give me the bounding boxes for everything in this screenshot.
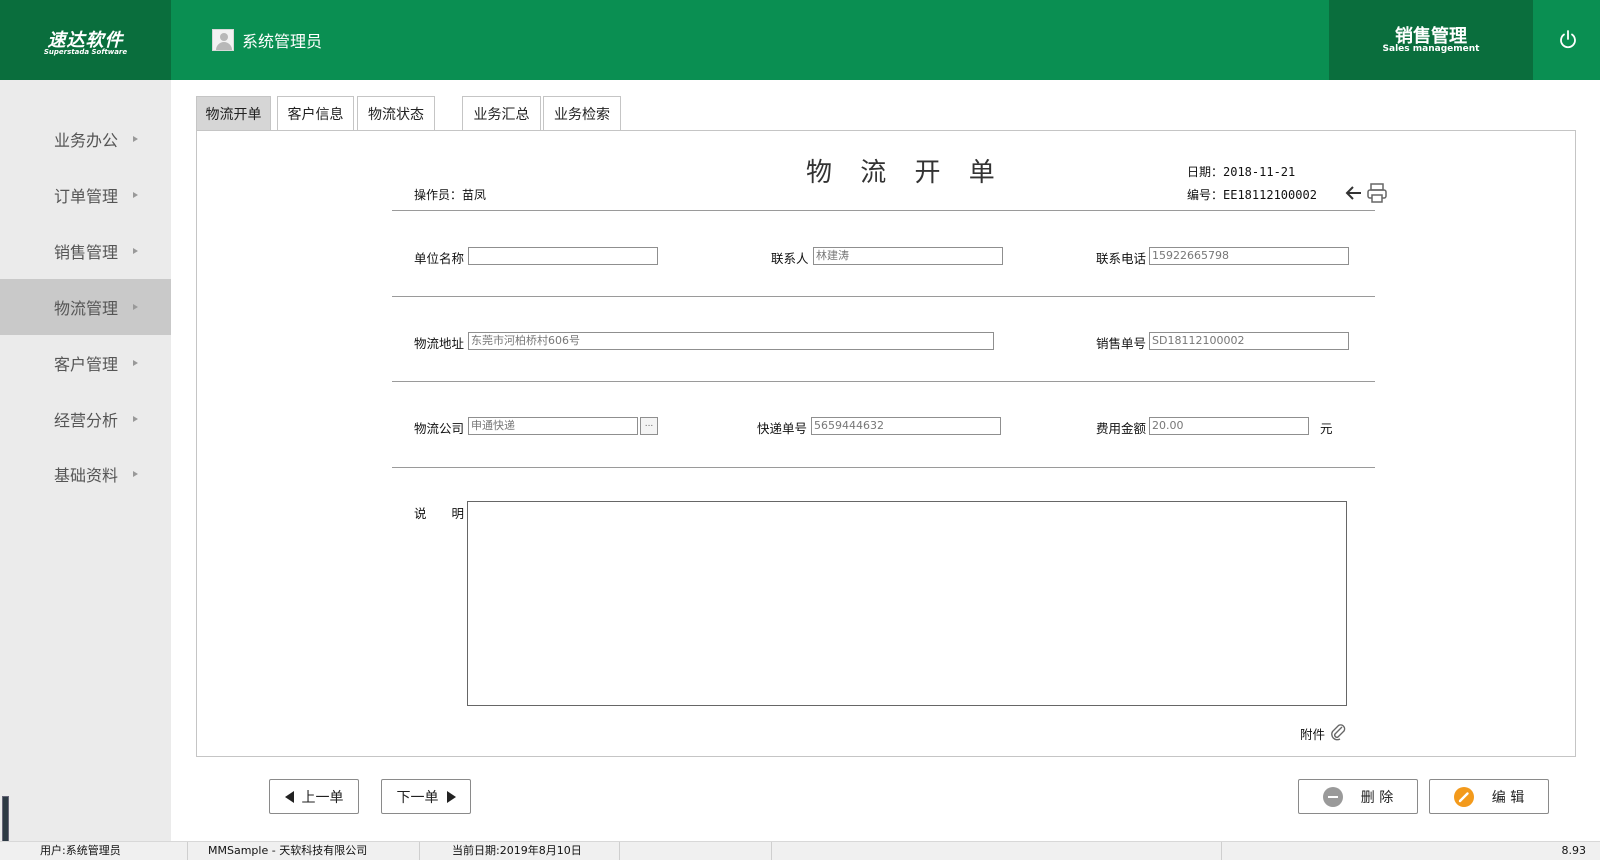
next-order-button[interactable]: 下一单	[381, 779, 471, 814]
tab-business-search[interactable]: 业务检索	[543, 96, 621, 131]
status-bar: 用户:系统管理员 MMSample - 天软科技有限公司 当前日期:2019年8…	[0, 841, 1600, 860]
sales-number-input[interactable]: SD18112100002	[1149, 332, 1349, 350]
sidebar: 业务办公 订单管理 销售管理 物流管理 客户管理 经营分析 基础资料	[0, 80, 171, 841]
order-date: 日期：2018-11-21	[1187, 165, 1296, 179]
sidebar-item-business-analysis[interactable]: 经营分析	[0, 391, 171, 447]
sidebar-item-basic-data[interactable]: 基础资料	[0, 446, 171, 502]
top-header: 速达软件 Superstada Software 系统管理员 销售管理 Sale…	[0, 0, 1600, 80]
tab-logistics-status[interactable]: 物流状态	[357, 96, 435, 131]
description-textarea[interactable]	[467, 501, 1347, 706]
sidebar-item-label: 业务办公	[54, 131, 119, 150]
operator-label: 操作员：苗凤	[414, 188, 487, 202]
unit-name-label: 单位名称	[414, 251, 465, 266]
sidebar-item-label: 物流管理	[54, 299, 119, 318]
divider	[392, 210, 1375, 211]
divider	[392, 467, 1375, 468]
module-name-en: Sales management	[1382, 44, 1480, 54]
pencil-icon	[1453, 786, 1474, 807]
printer-icon[interactable]	[1366, 182, 1388, 204]
tab-logistics-order[interactable]: 物流开单	[196, 96, 271, 131]
sidebar-item-business-office[interactable]: 业务办公	[0, 111, 171, 167]
app-logo: 速达软件 Superstada Software	[0, 0, 171, 80]
next-order-label: 下一单	[396, 789, 439, 806]
status-date: 当前日期:2019年8月10日	[420, 842, 620, 860]
edit-label: 编 辑	[1491, 789, 1525, 806]
delete-label: 删 除	[1360, 789, 1394, 806]
phone-label: 联系电话	[1096, 251, 1147, 266]
paperclip-icon[interactable]	[1329, 721, 1347, 741]
divider	[392, 296, 1375, 297]
logistics-company-label: 物流公司	[414, 421, 465, 436]
sidebar-item-label: 订单管理	[54, 187, 119, 206]
logo-text-en: Superstada Software	[43, 48, 128, 56]
chevron-right-icon	[133, 136, 138, 142]
status-version: 8.93	[1561, 844, 1587, 857]
chevron-right-icon	[133, 416, 138, 422]
module-indicator: 销售管理 Sales management	[1329, 0, 1533, 80]
back-arrow-icon[interactable]	[1345, 185, 1363, 201]
current-user: 系统管理员	[212, 28, 322, 52]
tab-customer-info[interactable]: 客户信息	[277, 96, 354, 131]
chevron-right-icon	[133, 360, 138, 366]
delete-button[interactable]: 删 除	[1298, 779, 1418, 814]
order-number: 编号：EE18112100002	[1187, 188, 1317, 202]
minus-circle-icon	[1322, 786, 1343, 807]
contact-input[interactable]: 林建涛	[813, 247, 1003, 265]
address-label: 物流地址	[414, 336, 465, 351]
sidebar-item-label: 客户管理	[54, 355, 119, 374]
edit-button[interactable]: 编 辑	[1429, 779, 1549, 814]
sidebar-item-logistics-management[interactable]: 物流管理	[0, 279, 171, 335]
divider	[392, 381, 1375, 382]
express-number-label: 快递单号	[757, 421, 808, 436]
sidebar-item-order-management[interactable]: 订单管理	[0, 167, 171, 223]
attachment-label: 附件	[1300, 727, 1326, 742]
address-input[interactable]: 东莞市河柏桥村606号	[468, 332, 994, 350]
page-title: 物 流 开 单	[806, 158, 1005, 188]
status-empty	[620, 842, 772, 860]
phone-input[interactable]: 15922665798	[1149, 247, 1349, 265]
sidebar-item-label: 基础资料	[54, 466, 119, 485]
description-label: 说 明	[414, 506, 465, 521]
status-empty	[772, 842, 1222, 860]
sales-number-label: 销售单号	[1096, 336, 1147, 351]
prev-order-button[interactable]: 上一单	[269, 779, 359, 814]
fee-label: 费用金额	[1096, 421, 1147, 436]
arrow-left-icon	[284, 790, 294, 803]
tab-business-summary[interactable]: 业务汇总	[462, 96, 541, 131]
chevron-right-icon	[133, 192, 138, 198]
company-picker-button[interactable]: ...	[640, 417, 658, 435]
user-name: 系统管理员	[242, 32, 323, 51]
unit-name-input[interactable]	[468, 247, 658, 265]
logistics-company-input[interactable]: 申通快递	[468, 417, 638, 435]
status-user: 用户:系统管理员	[0, 842, 188, 860]
contact-label: 联系人	[771, 251, 809, 266]
chevron-right-icon	[133, 248, 138, 254]
chevron-right-icon	[133, 304, 138, 310]
sidebar-item-customer-management[interactable]: 客户管理	[0, 335, 171, 391]
sidebar-item-sales-management[interactable]: 销售管理	[0, 223, 171, 279]
sidebar-item-label: 经营分析	[54, 411, 119, 430]
express-number-input[interactable]: 5659444632	[811, 417, 1001, 435]
arrow-right-icon	[446, 790, 456, 803]
status-app: MMSample - 天软科技有限公司	[188, 842, 420, 860]
power-icon[interactable]	[1556, 28, 1580, 52]
prev-order-label: 上一单	[301, 789, 344, 806]
sidebar-item-label: 销售管理	[54, 243, 119, 262]
chevron-right-icon	[133, 471, 138, 477]
currency-unit: 元	[1320, 421, 1333, 436]
fee-input[interactable]: 20.00	[1149, 417, 1309, 435]
user-avatar-icon	[212, 29, 234, 51]
